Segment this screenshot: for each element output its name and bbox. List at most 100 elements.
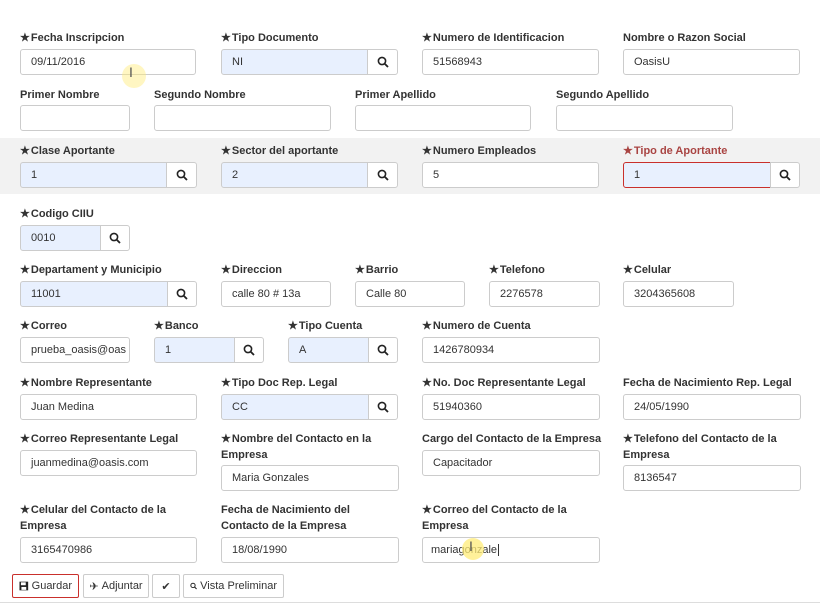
correo-rep-legal-input[interactable]: juanmedina@oasis.com [20, 450, 197, 476]
label-telefono-contacto: ★Telefono del Contacto de la Empresa [623, 433, 777, 461]
guardar-label: Guardar [31, 580, 72, 592]
guardar-button[interactable]: Guardar [12, 574, 79, 598]
label-tipo-documento: ★Tipo Documento [221, 32, 319, 44]
label-sector-aportante: ★Sector del aportante [221, 145, 339, 157]
label-cargo-contacto: Cargo del Contacto de la Empresa [422, 433, 602, 445]
adjuntar-label: Adjuntar [101, 580, 143, 592]
bottom-divider [0, 602, 820, 603]
label-primer-apellido: Primer Apellido [355, 89, 436, 101]
codigo-ciiu-lookup-button[interactable] [100, 225, 130, 251]
search-icon [377, 169, 389, 181]
sector-aportante-input[interactable]: 2 [221, 162, 368, 188]
cursor-highlight [122, 64, 146, 88]
text-cursor-icon: I [129, 64, 133, 80]
barrio-input[interactable]: Calle 80 [355, 281, 465, 307]
label-direccion: ★Direccion [221, 264, 283, 276]
label-segundo-nombre: Segundo Nombre [154, 89, 246, 101]
label-correo-contacto: ★Correo del Contacto de la Empresa [422, 504, 567, 532]
label-fecha-inscripcion: ★Fecha Inscripcion [20, 32, 125, 44]
tipo-documento-lookup-button[interactable] [367, 49, 398, 75]
celular-contacto-input[interactable]: 3165470986 [20, 537, 197, 563]
vista-preliminar-label: Vista Preliminar [200, 580, 277, 592]
search-icon [377, 344, 389, 356]
sector-aportante-lookup-button[interactable] [367, 162, 398, 188]
tipo-aportante-lookup-button[interactable] [770, 162, 800, 188]
cursor-highlight [462, 538, 484, 560]
telefono-input[interactable]: 2276578 [489, 281, 600, 307]
tipo-cuenta-input[interactable]: A [288, 337, 369, 363]
text-cursor-icon: I [469, 538, 473, 554]
fecha-nac-rep-legal-input[interactable]: 24/05/1990 [623, 394, 801, 420]
correo-input[interactable]: prueba_oasis@oas [20, 337, 130, 363]
label-numero-identificacion: ★Numero de Identificacion [422, 32, 565, 44]
label-primer-nombre: Primer Nombre [20, 89, 100, 101]
departamento-municipio-input[interactable]: 11001 [20, 281, 168, 307]
fecha-inscripcion-input[interactable]: 09/11/2016 [20, 49, 196, 75]
primer-nombre-input[interactable] [20, 105, 130, 131]
tipo-cuenta-lookup-button[interactable] [368, 337, 398, 363]
check-icon: ✔ [161, 580, 171, 593]
label-numero-cuenta: ★Numero de Cuenta [422, 320, 531, 332]
numero-cuenta-input[interactable]: 1426780934 [422, 337, 600, 363]
direccion-input[interactable]: calle 80 # 13a [221, 281, 331, 307]
text-caret [498, 544, 500, 557]
nombre-representante-input[interactable]: Juan Medina [20, 394, 197, 420]
label-clase-aportante: ★Clase Aportante [20, 145, 115, 157]
tipo-doc-rep-legal-lookup-button[interactable] [368, 394, 398, 420]
check-button[interactable]: ✔ [152, 574, 180, 598]
label-numero-empleados: ★Numero Empleados [422, 145, 537, 157]
vista-preliminar-button[interactable]: Vista Preliminar [183, 574, 284, 598]
adjuntar-button[interactable]: ✈ Adjuntar [83, 574, 149, 598]
cargo-contacto-input[interactable]: Capacitador [422, 450, 600, 476]
banco-input[interactable]: 1 [154, 337, 235, 363]
tipo-doc-rep-legal-input[interactable]: CC [221, 394, 369, 420]
clase-aportante-input[interactable]: 1 [20, 162, 167, 188]
label-telefono: ★Telefono [489, 264, 545, 276]
label-tipo-aportante: ★Tipo de Aportante [623, 145, 728, 157]
label-nombre-representante: ★Nombre Representante [20, 377, 152, 389]
banco-lookup-button[interactable] [234, 337, 264, 363]
label-nombre-razon-social: Nombre o Razon Social [623, 32, 746, 44]
segundo-nombre-input[interactable] [154, 105, 331, 131]
no-doc-representante-input[interactable]: 51940360 [422, 394, 600, 420]
primer-apellido-input[interactable] [355, 105, 531, 131]
search-icon [377, 56, 389, 68]
search-icon [190, 582, 197, 590]
floppy-disk-icon [19, 581, 29, 591]
label-codigo-ciiu: ★Codigo CIIU [20, 208, 94, 220]
label-fecha-nac-rep-legal: Fecha de Nacimiento Rep. Legal [623, 377, 792, 389]
paperclip-icon: ✈ [89, 580, 99, 593]
label-segundo-apellido: Segundo Apellido [556, 89, 650, 101]
label-celular: ★Celular [623, 264, 672, 276]
clase-aportante-lookup-button[interactable] [166, 162, 197, 188]
tipo-aportante-input[interactable]: 1 [623, 162, 771, 188]
label-barrio: ★Barrio [355, 264, 399, 276]
search-icon [377, 401, 389, 413]
departamento-municipio-lookup-button[interactable] [167, 281, 197, 307]
fecha-nac-contacto-input[interactable]: 18/08/1990 [221, 537, 399, 563]
search-icon [243, 344, 255, 356]
codigo-ciiu-input[interactable]: 0010 [20, 225, 101, 251]
celular-input[interactable]: 3204365608 [623, 281, 734, 307]
nombre-razon-social-input[interactable]: OasisU [623, 49, 800, 75]
label-nombre-contacto: ★Nombre del Contacto en la Empresa [221, 433, 372, 461]
label-correo: ★Correo [20, 320, 67, 332]
label-tipo-cuenta: ★Tipo Cuenta [288, 320, 363, 332]
search-icon [779, 169, 791, 181]
telefono-contacto-input[interactable]: 8136547 [623, 465, 801, 491]
segundo-apellido-input[interactable] [556, 105, 733, 131]
tipo-documento-input[interactable]: NI [221, 49, 368, 75]
numero-identificacion-input[interactable]: 51568943 [422, 49, 599, 75]
label-celular-contacto: ★Celular del Contacto de la Empresa [20, 504, 166, 532]
nombre-contacto-input[interactable]: Maria Gonzales [221, 465, 399, 491]
label-departamento-municipio: ★Departament y Municipio [20, 264, 162, 276]
search-icon [109, 232, 121, 244]
numero-empleados-input[interactable]: 5 [422, 162, 599, 188]
correo-contacto-input[interactable]: mariagonzale [422, 537, 600, 563]
label-correo-rep-legal: ★Correo Representante Legal [20, 433, 179, 445]
search-icon [176, 288, 188, 300]
label-banco: ★Banco [154, 320, 199, 332]
search-icon [176, 169, 188, 181]
label-no-doc-representante: ★No. Doc Representante Legal [422, 377, 586, 389]
label-tipo-doc-rep-legal: ★Tipo Doc Rep. Legal [221, 377, 338, 389]
